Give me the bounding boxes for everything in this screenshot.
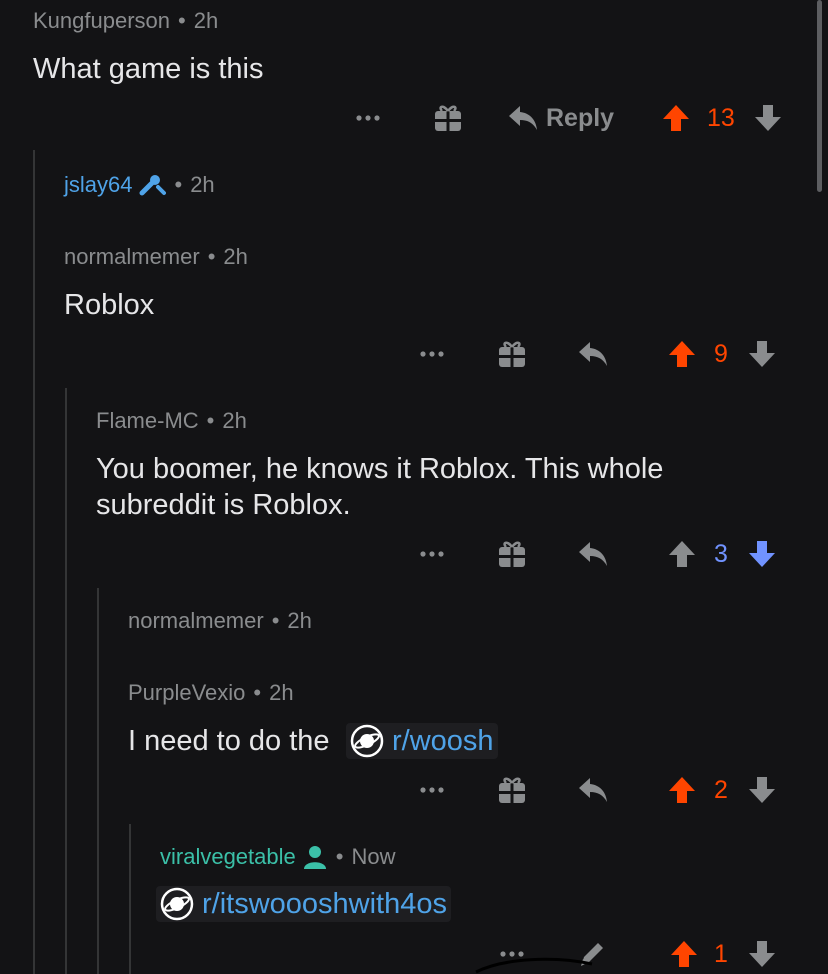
planet-icon (350, 724, 384, 758)
separator: • (206, 408, 215, 433)
timestamp: 2h (222, 408, 247, 433)
comment-meta: viralvegetable • Now (160, 844, 395, 870)
separator: • (207, 244, 216, 269)
gift-icon (435, 105, 461, 131)
upvote-button[interactable] (668, 938, 700, 970)
downvote-button[interactable] (752, 102, 784, 134)
author-name[interactable]: PurpleVexio (128, 680, 245, 705)
planet-icon (160, 887, 194, 921)
more-options-button[interactable] (416, 776, 448, 804)
upvote-button[interactable] (660, 102, 692, 134)
separator: • (174, 172, 183, 197)
scrollbar[interactable] (817, 0, 822, 192)
comment-meta: normalmemer • 2h (64, 244, 248, 270)
subreddit-link[interactable]: r/woosh (346, 723, 498, 759)
timestamp: 2h (287, 608, 312, 633)
more-options-button[interactable] (352, 104, 384, 132)
vote-score: 13 (707, 104, 735, 132)
comment-meta: Kungfuperson • 2h (33, 8, 218, 34)
thread-line-level-4[interactable] (129, 824, 131, 974)
scribble-mark (475, 957, 593, 974)
subreddit-link[interactable]: r/itswoooshwith4os (156, 886, 451, 922)
author-name[interactable]: Kungfuperson (33, 8, 170, 33)
reply-button[interactable] (576, 774, 610, 806)
timestamp: 2h (193, 8, 219, 33)
upvote-button[interactable] (666, 538, 698, 570)
separator: • (335, 844, 344, 869)
timestamp: 2h (269, 680, 294, 705)
vote-score: 9 (714, 340, 728, 368)
downvote-arrow-icon (749, 941, 775, 967)
reply-arrow-icon (579, 342, 607, 366)
downvote-arrow-icon (749, 777, 775, 803)
thread-line-level-3[interactable] (97, 588, 99, 974)
thread-line-level-2[interactable] (65, 388, 67, 974)
vote-score: 1 (714, 940, 728, 968)
award-button[interactable] (496, 538, 528, 570)
reply-label: Reply (546, 103, 615, 132)
author-name[interactable]: normalmemer (64, 244, 200, 269)
separator: • (271, 608, 280, 633)
downvote-arrow-icon (749, 341, 775, 367)
comment-meta: Flame-MC • 2h (96, 408, 247, 434)
timestamp: 2h (190, 172, 215, 197)
comment-body: I need to do the (128, 725, 330, 757)
author-name[interactable]: viralvegetable (160, 844, 296, 870)
subreddit-link-label: r/itswoooshwith4os (202, 888, 447, 920)
mod-wrench-icon (139, 175, 167, 196)
comment-meta: normalmemer • 2h (128, 608, 312, 634)
upvote-button[interactable] (666, 338, 698, 370)
thread-line-level-1[interactable] (33, 150, 35, 974)
downvote-button[interactable] (746, 774, 778, 806)
reply-button[interactable]: Reply (508, 100, 618, 136)
more-options-button[interactable] (416, 340, 448, 368)
downvote-button[interactable] (746, 338, 778, 370)
more-dots-icon (420, 551, 444, 557)
more-dots-icon (420, 351, 444, 357)
downvote-arrow-icon (749, 541, 775, 567)
comment-body: You boomer, he knows it Roblox. This who… (96, 451, 663, 523)
comment-meta: jslay64 • 2h (64, 172, 215, 198)
upvote-button[interactable] (666, 774, 698, 806)
award-button[interactable] (432, 102, 464, 134)
upvote-arrow-icon (663, 105, 689, 131)
upvote-arrow-icon (669, 777, 695, 803)
gift-icon (499, 541, 525, 567)
upvote-arrow-icon (669, 541, 695, 567)
gift-icon (499, 777, 525, 803)
author-name[interactable]: normalmemer (128, 608, 264, 633)
comment-body: What game is this (33, 53, 264, 85)
gift-icon (499, 341, 525, 367)
subreddit-link-label: r/woosh (392, 725, 494, 757)
reply-arrow-icon (579, 542, 607, 566)
downvote-button[interactable] (746, 538, 778, 570)
comment-body-line: subreddit is Roblox. (96, 489, 351, 521)
timestamp: Now (351, 844, 396, 869)
upvote-arrow-icon (671, 941, 697, 967)
separator: • (178, 8, 186, 33)
op-person-icon (303, 846, 326, 869)
award-button[interactable] (496, 338, 528, 370)
reply-button[interactable] (576, 338, 610, 370)
comment-meta: PurpleVexio • 2h (128, 680, 294, 706)
separator: • (253, 680, 262, 705)
upvote-arrow-icon (669, 341, 695, 367)
vote-score: 3 (714, 540, 728, 568)
award-button[interactable] (496, 774, 528, 806)
author-name[interactable]: jslay64 (64, 172, 132, 198)
comment-body-line: You boomer, he knows it Roblox. This who… (96, 453, 664, 485)
reply-button[interactable] (576, 538, 610, 570)
vote-score: 2 (714, 776, 728, 804)
more-dots-icon (420, 787, 444, 793)
timestamp: 2h (223, 244, 248, 269)
reply-arrow-icon (579, 778, 607, 802)
downvote-arrow-icon (755, 105, 781, 131)
author-name[interactable]: Flame-MC (96, 408, 199, 433)
comment-body: Roblox (64, 289, 155, 321)
downvote-button[interactable] (746, 938, 778, 970)
more-options-button[interactable] (416, 540, 448, 568)
more-dots-icon (356, 115, 380, 121)
reply-arrow-icon (509, 106, 537, 130)
